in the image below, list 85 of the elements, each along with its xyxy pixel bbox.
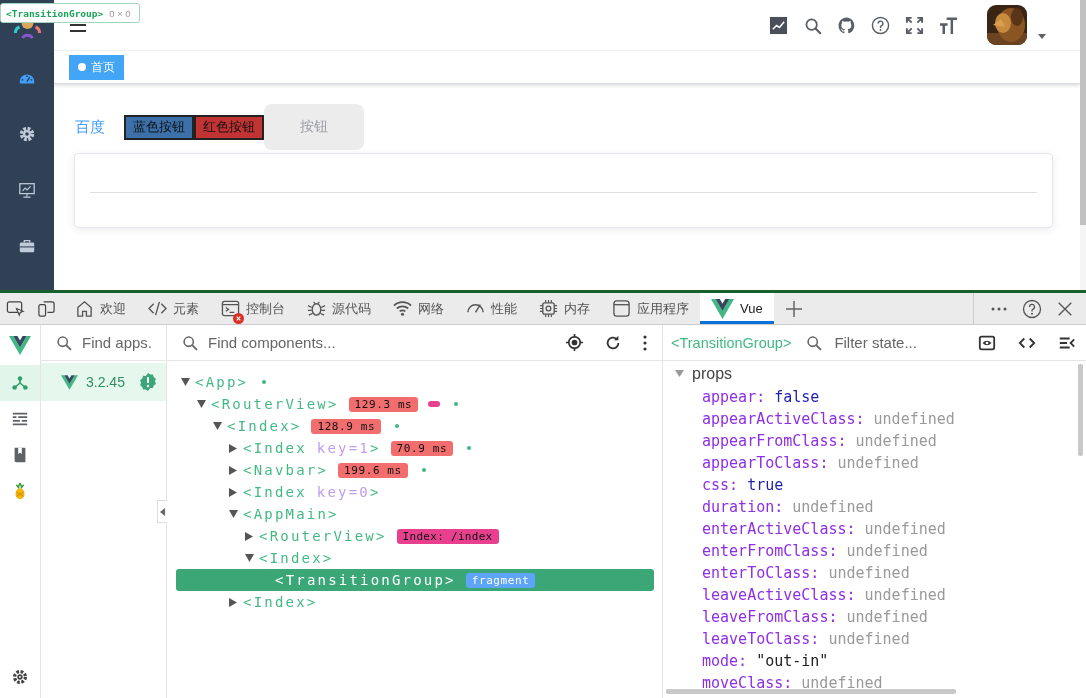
devtools-tab[interactable]: Vue — [700, 293, 774, 324]
wifi-icon — [393, 299, 412, 318]
code-icon — [148, 299, 167, 318]
component-name[interactable]: <TransitionGroup> — [275, 572, 456, 588]
prop-row[interactable]: appear: false — [702, 388, 820, 406]
button[interactable]: 蓝色按钮 — [124, 114, 194, 140]
collapsed-icon[interactable] — [228, 487, 238, 497]
timing-badge: 70.9 ms — [390, 440, 454, 456]
prop-row[interactable]: enterToClass: undefined — [702, 564, 910, 582]
fullscreen-icon[interactable] — [905, 15, 924, 35]
vue-logo-icon — [9, 336, 31, 355]
prop-row[interactable]: css: true — [702, 476, 784, 494]
search-icon — [805, 334, 823, 351]
chip-icon — [539, 299, 558, 318]
prop-row[interactable]: appearToClass: undefined — [702, 454, 919, 472]
prop-row[interactable]: enterActiveClass: undefined — [702, 520, 946, 538]
expanded-icon[interactable] — [196, 399, 206, 409]
prop-row[interactable]: leaveActiveClass: undefined — [702, 586, 946, 604]
collapsed-icon[interactable] — [244, 531, 254, 541]
collapsed-icon[interactable] — [228, 443, 238, 453]
device-icon[interactable] — [37, 299, 56, 318]
sidebar-monitor-icon[interactable] — [18, 181, 36, 199]
devtools-tab[interactable]: 性能 — [455, 293, 528, 324]
console-icon — [221, 299, 240, 318]
devtools-tab[interactable]: 控制台 — [210, 293, 296, 324]
component-tooltip: <TransitionGroup> 0 × 0 — [0, 3, 140, 23]
collapsed-icon[interactable] — [228, 465, 238, 475]
search-icon — [181, 334, 198, 351]
add-icon[interactable] — [783, 298, 804, 319]
sidebar-settings-icon[interactable] — [18, 125, 36, 143]
expanded-icon[interactable] — [228, 509, 238, 519]
timeline-icon — [11, 410, 29, 428]
timing-badge: 199.6 ms — [338, 462, 408, 478]
fragment-badge: fragment — [465, 572, 536, 588]
warning-icon — [138, 373, 157, 391]
vue-logo-icon — [61, 374, 78, 390]
expanded-icon[interactable] — [212, 421, 222, 431]
prop-row[interactable]: enterFromClass: undefined — [702, 542, 928, 560]
eye-icon[interactable] — [978, 333, 996, 352]
sidebar-toolbox-icon[interactable] — [18, 237, 36, 255]
collapse-handle[interactable] — [157, 500, 167, 523]
prop-row[interactable]: duration: undefined — [702, 498, 874, 516]
more-icon[interactable] — [642, 333, 648, 352]
search-field[interactable]: Find apps. — [82, 334, 156, 351]
help-icon[interactable] — [1022, 298, 1042, 319]
search-icon — [55, 334, 72, 351]
chart-icon[interactable] — [769, 15, 788, 35]
filter-field[interactable]: Filter state... — [834, 334, 966, 351]
prop-row[interactable]: appearFromClass: undefined — [702, 432, 937, 450]
component-title: <TransitionGroup> — [671, 334, 792, 351]
bug-icon — [307, 299, 326, 318]
caret-icon[interactable] — [1038, 33, 1046, 39]
devtools-tab[interactable]: 内存 — [528, 293, 601, 324]
button[interactable]: 红色按钮 — [194, 114, 264, 140]
tree-icon — [11, 374, 29, 392]
window-icon — [612, 299, 631, 318]
settings-icon[interactable] — [11, 668, 29, 686]
help-icon[interactable] — [871, 15, 890, 35]
devtools-tab[interactable]: 网络 — [382, 293, 455, 324]
devtools-tab[interactable]: 源代码 — [296, 293, 382, 324]
devtools-tab[interactable]: 欢迎 — [64, 293, 137, 324]
collapsed-icon[interactable] — [228, 597, 238, 607]
section-header[interactable]: props — [663, 362, 1086, 386]
inspect-element-icon[interactable] — [6, 299, 25, 318]
prop-row[interactable]: moveClass: undefined — [702, 674, 883, 690]
route-badge: Index: /index — [396, 528, 499, 544]
prop-row[interactable]: mode: "out-in" — [702, 652, 829, 670]
collapse-icon — [160, 507, 165, 516]
search-field[interactable]: Find components... — [208, 334, 555, 351]
timing-badge: 128.9 ms — [311, 418, 382, 434]
expanded-icon[interactable] — [244, 553, 254, 563]
font-size-icon[interactable] — [939, 15, 958, 35]
prop-row[interactable]: appearActiveClass: undefined — [702, 410, 955, 428]
tree-row-highlight[interactable]: <TransitionGroup> fragment — [176, 569, 654, 591]
timing-badge: 129.3 ms — [348, 396, 419, 412]
devtools-tab[interactable]: 应用程序 — [601, 293, 700, 324]
devtools-tab[interactable]: 元素 — [137, 293, 210, 324]
home-icon — [75, 299, 94, 318]
prop-row[interactable]: leaveFromClass: undefined — [702, 608, 928, 626]
target-icon[interactable] — [565, 333, 584, 352]
app-item[interactable]: 3.2.45 — [41, 363, 166, 401]
expanded-icon[interactable] — [180, 377, 190, 387]
prop-row[interactable]: leaveToClass: undefined — [702, 630, 910, 648]
github-icon[interactable] — [837, 15, 856, 35]
vue-logo-icon — [711, 298, 734, 319]
